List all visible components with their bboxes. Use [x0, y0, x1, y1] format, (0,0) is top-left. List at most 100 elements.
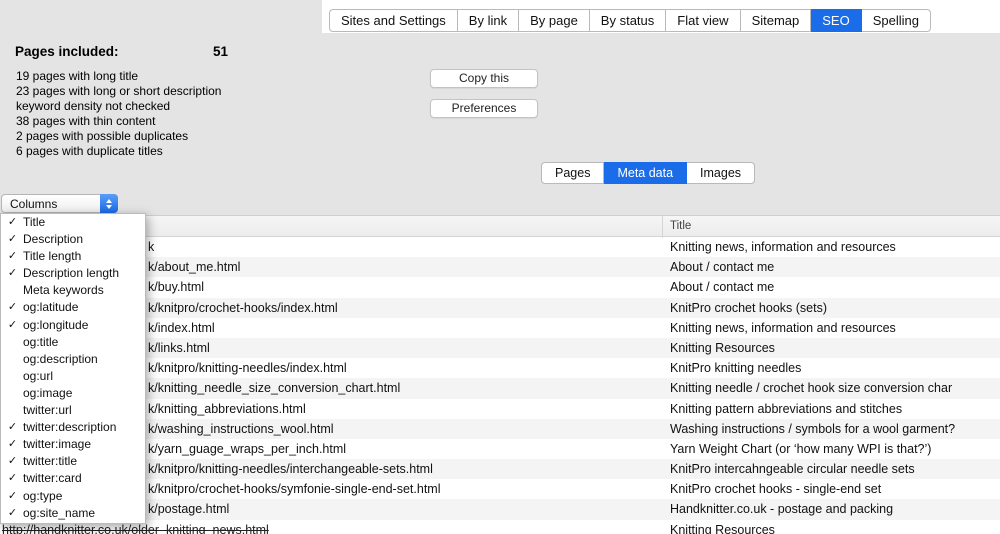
table-row[interactable]: k/yarn_guage_wraps_per_inch.html Yarn We… — [0, 439, 1000, 459]
table-row[interactable]: k/knitpro/crochet-hooks/index.html KnitP… — [0, 298, 1000, 318]
title-cell: About / contact me — [670, 280, 774, 294]
meta-data-table: Title k Knitting news, information and r… — [0, 215, 1000, 534]
url-cell: k/knitting_needle_size_conversion_chart.… — [148, 381, 400, 395]
menu-item-twitter-url[interactable]: twitter:url — [1, 402, 145, 419]
table-row[interactable]: k/knitpro/knitting-needles/interchangeab… — [0, 459, 1000, 479]
copy-this-button[interactable]: Copy this — [430, 69, 538, 88]
columns-dropdown-label: Columns — [10, 196, 57, 212]
checkmark-icon: ✓ — [5, 231, 20, 248]
url-cell: k/knitpro/knitting-needles/index.html — [148, 361, 347, 375]
menu-item-twitter-card[interactable]: ✓ twitter:card — [1, 470, 145, 487]
checkmark-icon: ✓ — [5, 317, 20, 334]
tab-by-link[interactable]: By link — [458, 9, 519, 32]
subtab-pages[interactable]: Pages — [541, 162, 604, 184]
title-column-header[interactable]: Title — [670, 220, 691, 232]
menu-item-title-length[interactable]: ✓ Title length — [1, 248, 145, 265]
url-cell: k — [148, 240, 154, 254]
url-cell: k/yarn_guage_wraps_per_inch.html — [148, 442, 346, 456]
columns-menu: ✓ Title ✓ Description ✓ Title length ✓ D… — [0, 213, 146, 524]
table-row[interactable]: k/knitpro/knitting-needles/index.html Kn… — [0, 358, 1000, 378]
menu-item-og-site-name[interactable]: ✓ og:site_name — [1, 505, 145, 522]
title-cell: Yarn Weight Chart (or ‘how many WPI is t… — [670, 442, 931, 456]
title-cell: Knitting news, information and resources — [670, 240, 896, 254]
menu-item-og-url[interactable]: og:url — [1, 368, 145, 385]
checkmark-icon: ✓ — [5, 436, 20, 453]
menu-item-meta-keywords[interactable]: Meta keywords — [1, 282, 145, 299]
column-divider — [662, 216, 663, 238]
menu-item-title[interactable]: ✓ Title — [1, 214, 145, 231]
menu-item-og-title[interactable]: og:title — [1, 334, 145, 351]
stat-line: 23 pages with long or short description — [16, 84, 221, 99]
table-row[interactable]: k/index.html Knitting news, information … — [0, 318, 1000, 338]
stat-line: 6 pages with duplicate titles — [16, 144, 221, 159]
stat-line: 38 pages with thin content — [16, 114, 221, 129]
menu-item-og-latitude[interactable]: ✓ og:latitude — [1, 299, 145, 316]
url-cell: k/knitting_abbreviations.html — [148, 402, 306, 416]
tab-sites-and-settings[interactable]: Sites and Settings — [329, 9, 458, 32]
checkmark-icon: ✓ — [5, 214, 20, 231]
title-cell: Knitting Resources — [670, 341, 775, 355]
table-row[interactable]: http://handknitter.co.uk/older_knitting_… — [0, 520, 1000, 534]
checkmark-icon: ✓ — [5, 505, 20, 522]
tab-flat-view[interactable]: Flat view — [666, 9, 740, 32]
title-cell: KnitPro intercahngeable circular needle … — [670, 462, 915, 476]
checkmark-icon: ✓ — [5, 419, 20, 436]
menu-item-twitter-description[interactable]: ✓ twitter:description — [1, 419, 145, 436]
table-row[interactable]: k/knitting_abbreviations.html Knitting p… — [0, 399, 1000, 419]
menu-item-twitter-image[interactable]: ✓ twitter:image — [1, 436, 145, 453]
tab-spelling[interactable]: Spelling — [862, 9, 931, 32]
table-row[interactable]: k/washing_instructions_wool.html Washing… — [0, 419, 1000, 439]
title-cell: KnitPro crochet hooks - single-end set — [670, 482, 881, 496]
menu-item-og-image[interactable]: og:image — [1, 385, 145, 402]
table-row[interactable]: k/about_me.html About / contact me — [0, 257, 1000, 277]
menu-item-twitter-title[interactable]: ✓ twitter:title — [1, 453, 145, 470]
url-cell: k/washing_instructions_wool.html — [148, 422, 334, 436]
menu-item-description[interactable]: ✓ Description — [1, 231, 145, 248]
checkmark-icon: ✓ — [5, 248, 20, 265]
table-row[interactable]: k/knitting_needle_size_conversion_chart.… — [0, 378, 1000, 398]
tab-by-status[interactable]: By status — [590, 9, 666, 32]
table-row[interactable]: k/buy.html About / contact me — [0, 277, 1000, 297]
menu-item-og-description[interactable]: og:description — [1, 351, 145, 368]
title-cell: About / contact me — [670, 260, 774, 274]
subtab-images[interactable]: Images — [687, 162, 755, 184]
table-row[interactable]: k/postage.html Handknitter.co.uk - posta… — [0, 499, 1000, 519]
table-rows: k Knitting news, information and resourc… — [0, 237, 1000, 534]
table-row[interactable]: k/links.html Knitting Resources — [0, 338, 1000, 358]
url-cell: k/knitpro/crochet-hooks/index.html — [148, 301, 338, 315]
meta-subtabbar: Pages Meta data Images — [541, 162, 755, 184]
subtab-meta-data[interactable]: Meta data — [604, 162, 687, 184]
url-cell: k/buy.html — [148, 280, 204, 294]
stat-line: 19 pages with long title — [16, 69, 221, 84]
url-cell: http://handknitter.co.uk/older_knitting_… — [2, 523, 269, 534]
pages-included-count: 51 — [213, 44, 228, 59]
table-header: Title — [0, 215, 1000, 237]
url-cell: k/postage.html — [148, 502, 229, 516]
popup-double-arrow-icon — [100, 194, 118, 213]
columns-dropdown[interactable]: Columns — [1, 194, 118, 213]
title-cell: Knitting pattern abbreviations and stitc… — [670, 402, 902, 416]
stat-line: keyword density not checked — [16, 99, 221, 114]
table-row[interactable]: k/knitpro/crochet-hooks/symfonie-single-… — [0, 479, 1000, 499]
seo-summary-stats: 19 pages with long title 23 pages with l… — [16, 69, 221, 159]
preferences-button[interactable]: Preferences — [430, 99, 538, 118]
menu-item-og-longitude[interactable]: ✓ og:longitude — [1, 317, 145, 334]
title-cell: Knitting needle / crochet hook size conv… — [670, 381, 952, 395]
stat-line: 2 pages with possible duplicates — [16, 129, 221, 144]
url-cell: k/knitpro/knitting-needles/interchangeab… — [148, 462, 433, 476]
title-cell: Washing instructions / symbols for a woo… — [670, 422, 955, 436]
title-cell: Handknitter.co.uk - postage and packing — [670, 502, 893, 516]
title-cell: Knitting news, information and resources — [670, 321, 896, 335]
menu-item-description-length[interactable]: ✓ Description length — [1, 265, 145, 282]
title-cell: Knitting Resources — [670, 523, 775, 534]
checkmark-icon: ✓ — [5, 453, 20, 470]
title-cell: KnitPro knitting needles — [670, 361, 801, 375]
menu-item-og-type[interactable]: ✓ og:type — [1, 488, 145, 505]
tab-seo[interactable]: SEO — [811, 9, 861, 32]
table-row[interactable]: k Knitting news, information and resourc… — [0, 237, 1000, 257]
tab-sitemap[interactable]: Sitemap — [741, 9, 812, 32]
url-cell: k/links.html — [148, 341, 210, 355]
tab-by-page[interactable]: By page — [519, 9, 590, 32]
seo-window: Sites and Settings By link By page By st… — [0, 0, 1000, 534]
checkmark-icon: ✓ — [5, 470, 20, 487]
